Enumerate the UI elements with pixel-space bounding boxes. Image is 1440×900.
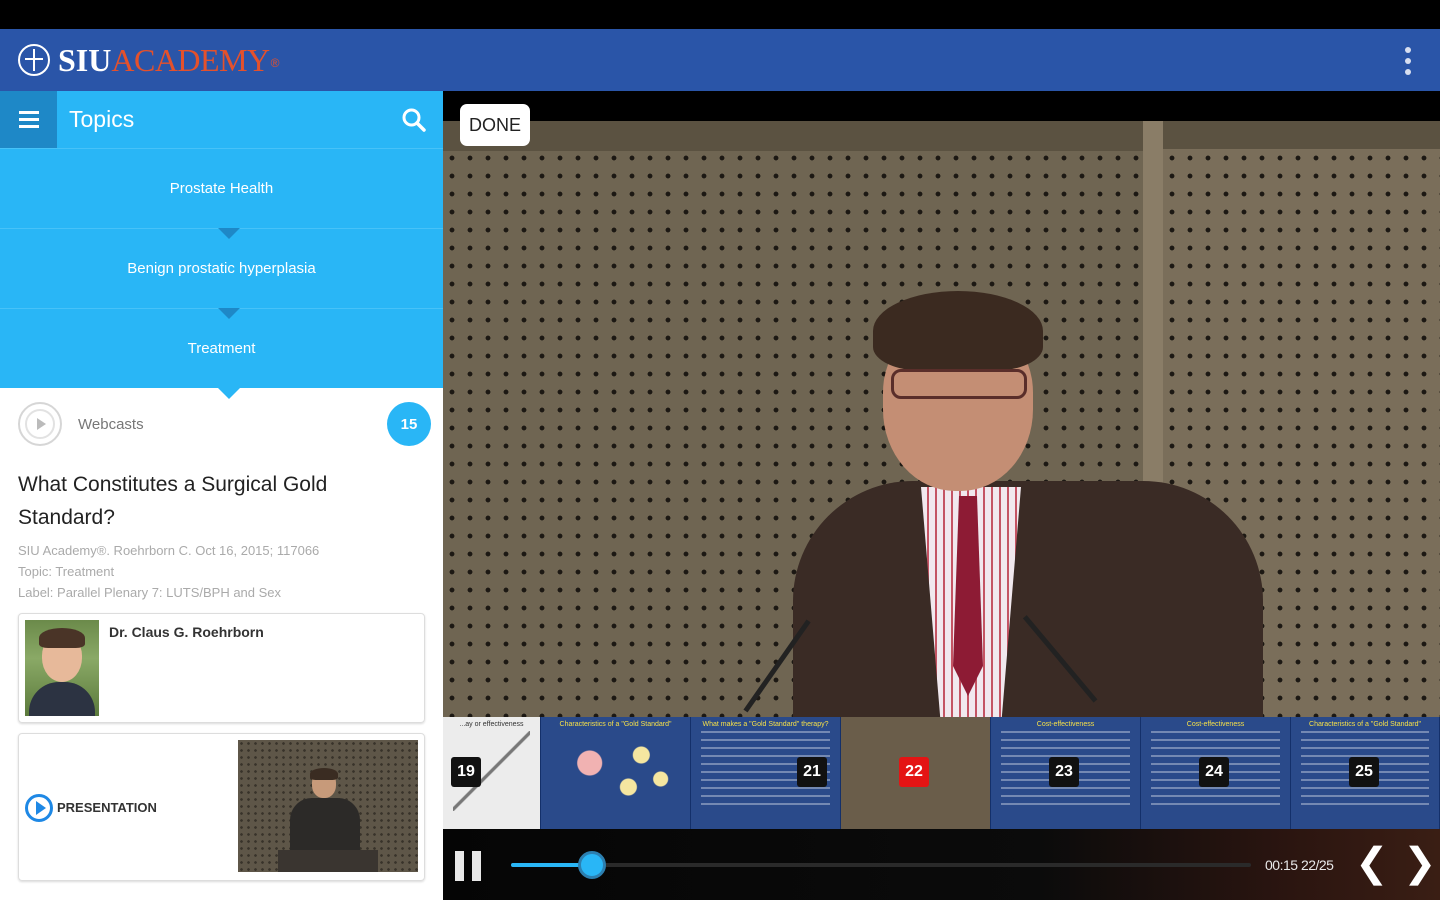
slide-title: Characteristics of a "Gold Standard": [559, 721, 672, 728]
presentation-thumbnail[interactable]: [238, 740, 418, 872]
search-icon[interactable]: [401, 107, 427, 133]
webcast-topic: Topic: Treatment: [18, 564, 115, 579]
slide-thumb-25[interactable]: Characteristics of a "Gold Standard" 25: [1291, 717, 1440, 829]
brand-registered-mark: ®: [270, 55, 280, 70]
seek-handle[interactable]: [578, 851, 607, 879]
siu-academy-logo: SIU ACADEMY ®: [18, 42, 279, 79]
menu-icon[interactable]: [0, 91, 57, 148]
speaker-figure: [783, 291, 1283, 719]
slide-strip: ...ay or effectiveness 19 Characteristic…: [443, 717, 1440, 829]
status-bar: [0, 0, 1440, 29]
play-icon[interactable]: [25, 794, 53, 822]
player-controls: 00:15 22/25 ❮ ❯: [443, 829, 1440, 900]
topics-header: Topics: [0, 91, 443, 148]
done-button[interactable]: DONE: [460, 104, 530, 146]
more-vert-icon[interactable]: [1404, 47, 1412, 75]
slide-thumb-19[interactable]: ...ay or effectiveness 19: [443, 717, 541, 829]
video-player[interactable]: DONE ...ay or effectiveness 19 Character…: [443, 91, 1440, 900]
brand-academy: ACADEMY: [111, 41, 270, 78]
slide-title: Characteristics of a "Gold Standard": [1309, 721, 1421, 728]
brand-siu: SIU: [58, 41, 112, 78]
elapsed-time: 00:15: [1265, 857, 1298, 873]
slide-title: ...ay or effectiveness: [459, 721, 524, 728]
breadcrumb: Prostate Health Benign prostatic hyperpl…: [0, 148, 443, 399]
siu-emblem-icon: [18, 44, 50, 76]
slide-thumb-24[interactable]: Cost-effectiveness 24: [1141, 717, 1291, 829]
webcast-title: What Constitutes a Surgical Gold Standar…: [18, 473, 328, 529]
breadcrumb-label: Treatment: [187, 340, 256, 357]
presentation-card[interactable]: PRESENTATION: [18, 733, 425, 881]
author-card[interactable]: Dr. Claus G. Roehrborn: [18, 613, 425, 723]
breadcrumb-arrow-icon: [218, 228, 240, 239]
count-badge: 15: [387, 402, 431, 446]
slide-number: 21: [797, 757, 827, 787]
webcast-meta: SIU Academy®. Roehrborn C. Oct 16, 2015;…: [0, 534, 443, 603]
video-frame[interactable]: [443, 121, 1440, 719]
slide-number-active: 22: [899, 757, 929, 787]
breadcrumb-treatment[interactable]: Treatment: [0, 308, 443, 399]
webcast-citation: SIU Academy®. Roehrborn C. Oct 16, 2015;…: [18, 543, 320, 558]
breadcrumb-prostate-health[interactable]: Prostate Health: [0, 148, 443, 239]
slide-thumb-22[interactable]: 22: [841, 717, 991, 829]
app-bar: SIU ACADEMY ®: [0, 29, 1440, 91]
breadcrumb-bph[interactable]: Benign prostatic hyperplasia: [0, 228, 443, 319]
slide-thumb-23[interactable]: Cost-effectiveness 23: [991, 717, 1141, 829]
avatar: [25, 620, 99, 716]
slide-title: Cost-effectiveness: [1036, 721, 1095, 728]
breadcrumb-label: Prostate Health: [169, 180, 274, 197]
slide-title: What makes a "Gold Standard" therapy?: [702, 721, 829, 728]
seek-bar[interactable]: [511, 851, 1251, 879]
presentation-label: PRESENTATION: [57, 800, 157, 815]
slide-number: 19: [451, 757, 481, 787]
time-readout: 00:15 22/25: [1265, 857, 1334, 873]
breadcrumb-arrow-icon: [218, 388, 240, 399]
webcast-play-icon: [18, 402, 62, 446]
breadcrumb-label: Benign prostatic hyperplasia: [127, 260, 316, 277]
next-slide-button[interactable]: ❯: [1403, 843, 1437, 883]
slide-number: 23: [1049, 757, 1079, 787]
section-label: Webcasts: [78, 415, 144, 433]
previous-slide-button[interactable]: ❮: [1355, 843, 1389, 883]
author-name: Dr. Claus G. Roehrborn: [109, 624, 264, 640]
slide-thumb-20[interactable]: Characteristics of a "Gold Standard" 20: [541, 717, 691, 829]
topics-title: Topics: [69, 106, 135, 132]
slide-thumb-21[interactable]: What makes a "Gold Standard" therapy? 21: [691, 717, 841, 829]
breadcrumb-arrow-icon: [218, 308, 240, 319]
pause-icon[interactable]: [455, 851, 481, 881]
slide-counter: 22/25: [1300, 857, 1334, 873]
slide-title: Cost-effectiveness: [1186, 721, 1245, 728]
webcast-label: Label: Parallel Plenary 7: LUTS/BPH and …: [18, 585, 282, 600]
slide-number: 25: [1349, 757, 1379, 787]
topics-panel: Topics Prostate Health Benign prostatic …: [0, 91, 443, 900]
slide-number: 24: [1199, 757, 1229, 787]
